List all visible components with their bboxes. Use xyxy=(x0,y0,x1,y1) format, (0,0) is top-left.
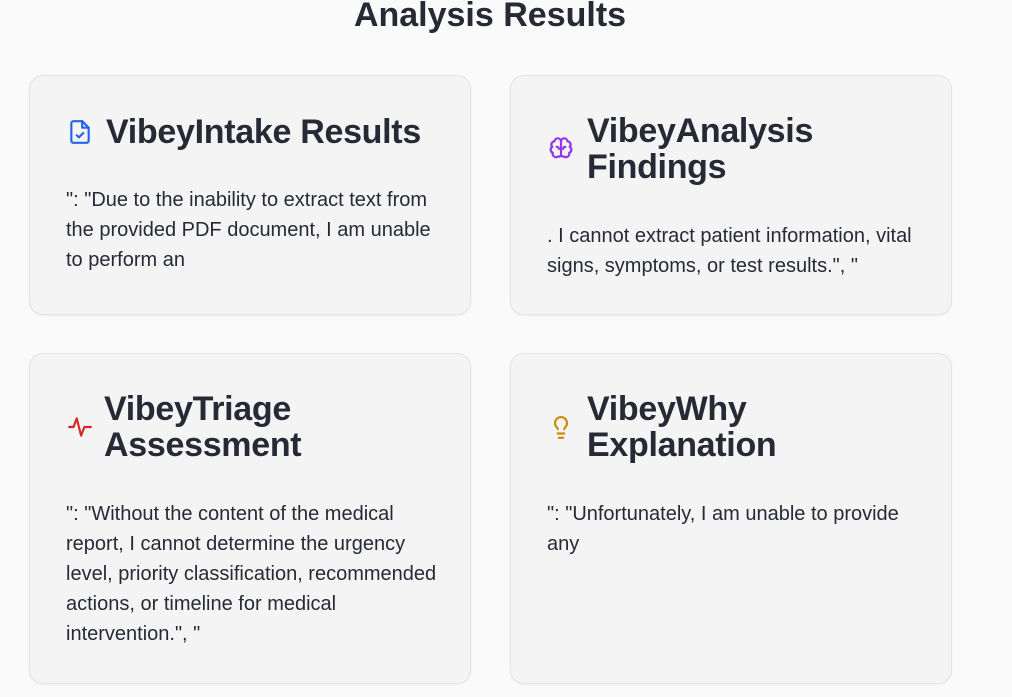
card-header: VibeyTriage Assessment xyxy=(66,391,450,463)
file-check-icon xyxy=(66,118,94,146)
card-body-text: . I cannot extract patient information, … xyxy=(547,225,912,277)
card-title: VibeyTriage Assessment xyxy=(104,390,302,464)
card-body-text: ": "Without the content of the medical r… xyxy=(66,503,437,645)
card-header: VibeyWhy Explanation xyxy=(547,391,931,463)
intake-results-card: VibeyIntake Results ": "Due to the inabi… xyxy=(29,75,471,315)
lightbulb-icon xyxy=(547,413,575,441)
card-header: VibeyAnalysis Findings xyxy=(547,113,931,185)
brain-icon xyxy=(547,135,575,163)
card-body-text: ": "Due to the inability to extract text… xyxy=(66,189,431,271)
page-title: Analysis Results xyxy=(353,0,627,34)
card-title: VibeyIntake Results xyxy=(106,113,421,151)
card-header: VibeyIntake Results xyxy=(66,112,450,152)
analysis-results-page: Analysis Results VibeyIntake Results ": … xyxy=(0,0,1012,697)
triage-assessment-card: VibeyTriage Assessment ": "Without the c… xyxy=(29,353,471,684)
card-body-text: ": "Unfortunately, I am unable to provid… xyxy=(547,503,899,555)
analysis-findings-card: VibeyAnalysis Findings . I cannot extrac… xyxy=(510,75,952,315)
activity-icon xyxy=(66,413,94,441)
card-title: VibeyWhy Explanation xyxy=(587,390,777,464)
why-explanation-card: VibeyWhy Explanation ": "Unfortunately, … xyxy=(510,353,952,684)
card-title: VibeyAnalysis Findings xyxy=(587,112,814,186)
